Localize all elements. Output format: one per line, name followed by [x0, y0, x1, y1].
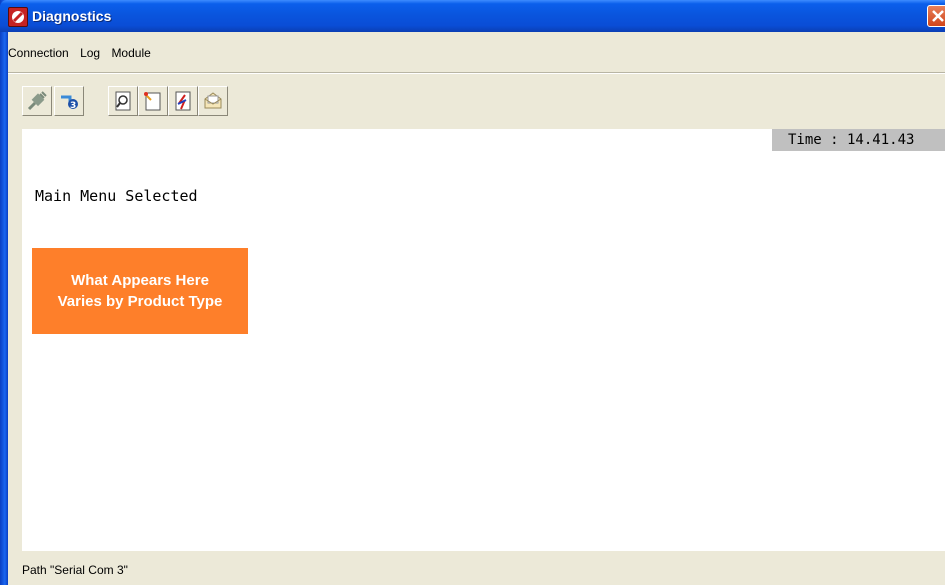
menu-connection[interactable]: Connection [8, 46, 69, 60]
status-bar-path: Path "Serial Com 3" [22, 563, 128, 577]
email-log-button[interactable] [198, 86, 228, 116]
main-top-strip [22, 129, 772, 151]
menu-module[interactable]: Module [111, 46, 150, 60]
menu-log[interactable]: Log [80, 46, 100, 60]
disconnect-button[interactable] [22, 86, 52, 116]
upload-log-button[interactable] [168, 86, 198, 116]
connect-button[interactable]: 3 [54, 86, 84, 116]
menu-bar: Connection Log Module [8, 46, 159, 64]
callout-line-2: Varies by Product Type [57, 293, 223, 310]
close-icon [932, 10, 944, 22]
time-display: Time : 14.41.43 [772, 129, 945, 151]
new-log-button[interactable] [138, 86, 168, 116]
svg-text:3: 3 [70, 101, 76, 111]
close-button[interactable] [927, 5, 945, 27]
new-log-icon [144, 92, 161, 111]
menu-divider [8, 72, 945, 74]
window-left-border [0, 0, 8, 585]
time-text: Time : 14.41.43 [788, 132, 915, 148]
callout-line-1: What Appears Here [71, 272, 209, 289]
view-log-button[interactable] [108, 86, 138, 116]
product-info-callout: What Appears Here Varies by Product Type [32, 248, 248, 334]
disconnect-plug-icon [27, 91, 47, 111]
email-log-icon [204, 92, 222, 109]
menu-status-message: Main Menu Selected [35, 187, 198, 205]
app-icon [8, 7, 28, 27]
title-bar[interactable]: Diagnostics [0, 0, 945, 32]
view-log-icon [115, 91, 131, 111]
window-title: Diagnostics [32, 8, 112, 24]
main-display-area [22, 151, 945, 551]
connect-icon: 3 [61, 95, 78, 111]
upload-log-icon [175, 91, 191, 111]
